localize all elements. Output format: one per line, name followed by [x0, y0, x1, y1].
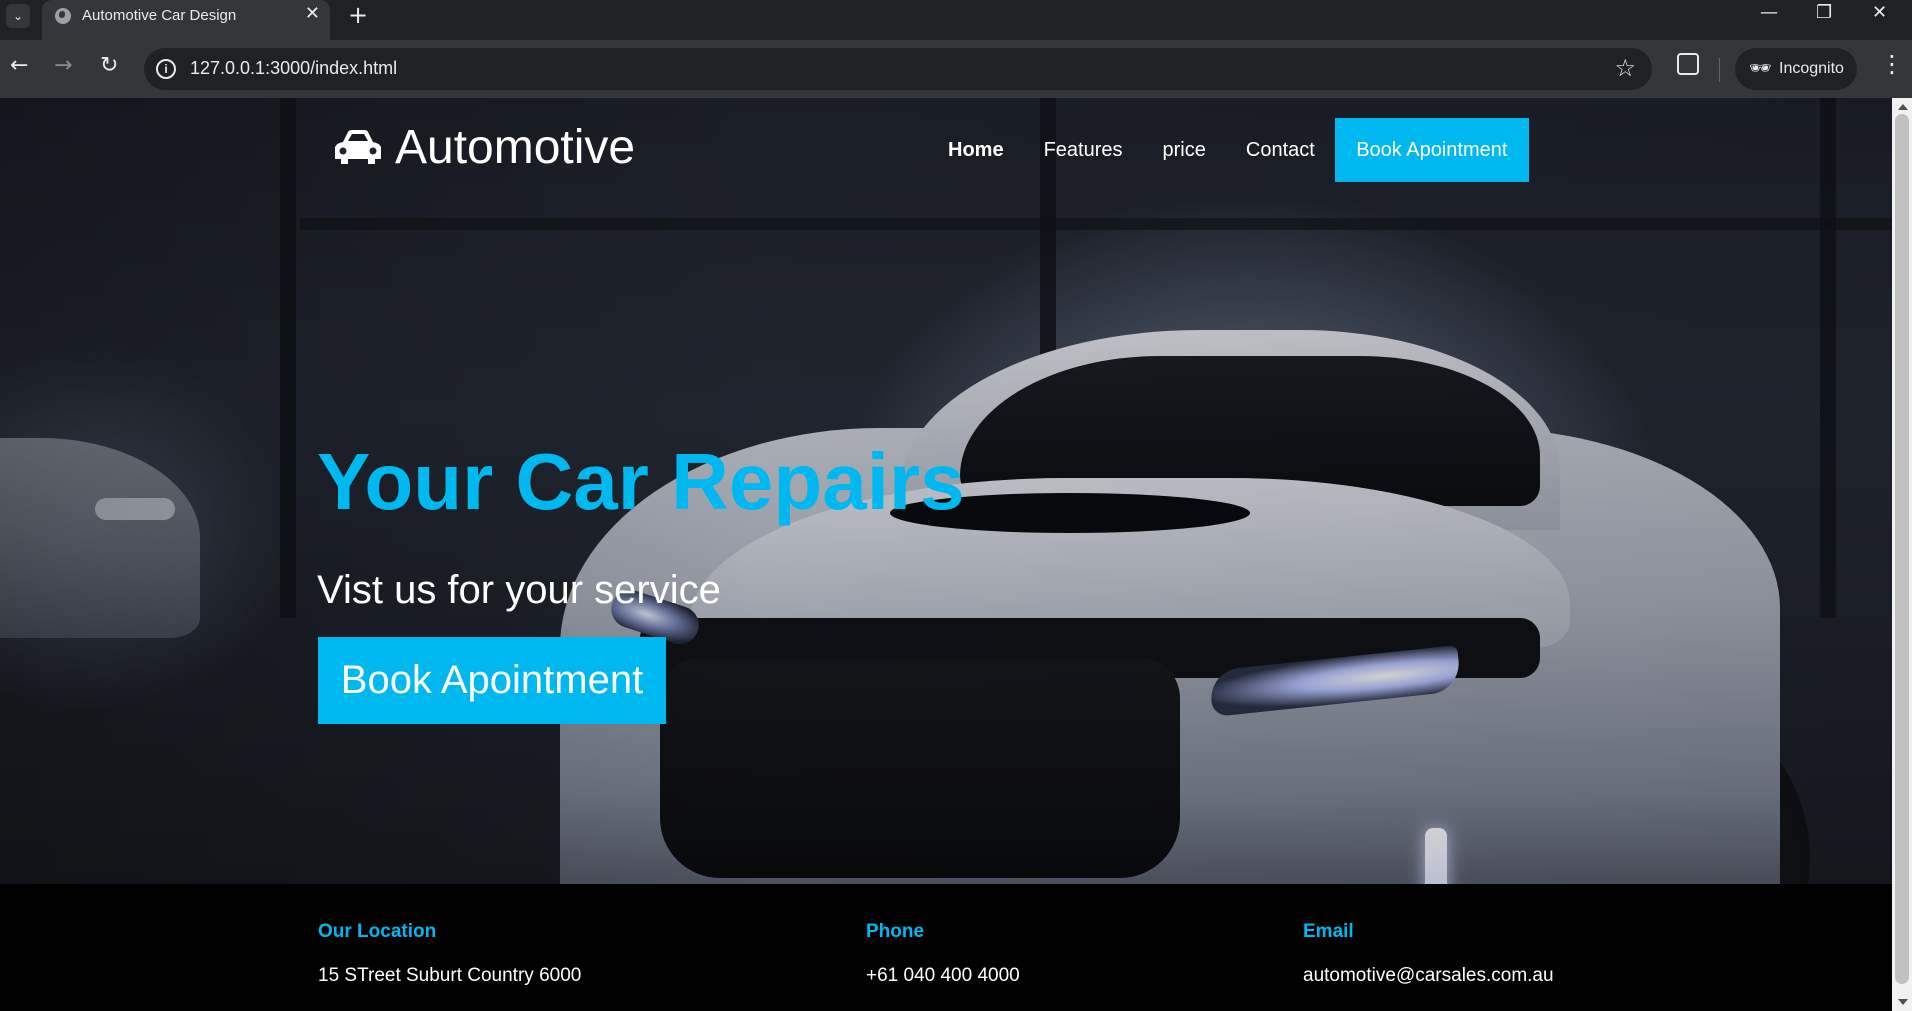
- new-tab-icon[interactable]: +: [348, 1, 368, 29]
- browser-menu-icon[interactable]: ⋮: [1880, 50, 1904, 78]
- site-logo[interactable]: Automotive: [333, 120, 635, 175]
- back-icon[interactable]: ←: [10, 53, 28, 78]
- tab-search-chevron-icon[interactable]: ⌄: [6, 4, 30, 28]
- bookmark-star-icon[interactable]: ☆: [1614, 54, 1636, 82]
- hero-title: Your Car Repairs: [317, 437, 965, 526]
- nav-contact[interactable]: Contact: [1246, 139, 1315, 162]
- address-bar[interactable]: i 127.0.0.1:3000/index.html ☆: [144, 48, 1652, 90]
- hero-section: Automotive Home Features price Contact B…: [0, 98, 1892, 884]
- footer-email-value[interactable]: automotive@carsales.com.au: [1303, 965, 1554, 987]
- nav-price[interactable]: price: [1163, 139, 1206, 162]
- footer-phone: Phone +61 040 400 4000: [866, 921, 1020, 987]
- footer-location-label: Our Location: [318, 921, 437, 942]
- nav-home[interactable]: Home: [948, 139, 1004, 162]
- footer-phone-value[interactable]: +61 040 400 4000: [866, 965, 1020, 987]
- page-viewport: Automotive Home Features price Contact B…: [0, 98, 1892, 1011]
- forward-icon[interactable]: →: [54, 53, 72, 78]
- car-icon: [333, 128, 383, 168]
- reload-icon[interactable]: ↻: [100, 53, 118, 78]
- globe-icon: [55, 8, 71, 24]
- incognito-label: Incognito: [1779, 60, 1844, 77]
- close-window-icon[interactable]: ✕: [1872, 2, 1887, 23]
- page-scrollbar[interactable]: [1892, 98, 1912, 1011]
- footer-email-label: Email: [1303, 921, 1354, 942]
- scroll-up-arrow-icon[interactable]: [1898, 104, 1908, 110]
- footer-email: Email automotive@carsales.com.au: [1303, 921, 1554, 987]
- footer-phone-label: Phone: [866, 921, 925, 942]
- brand-name: Automotive: [395, 121, 636, 174]
- nav-book-appointment-button[interactable]: Book Apointment: [1334, 118, 1529, 182]
- extensions-icon[interactable]: [1677, 53, 1699, 75]
- site-info-icon[interactable]: i: [156, 59, 176, 79]
- incognito-badge[interactable]: 🕶 Incognito: [1735, 48, 1857, 90]
- footer: Our Location 15 STreet Suburt Country 60…: [0, 884, 1892, 1011]
- browser-toolbar: ← → ↻ i 127.0.0.1:3000/index.html ☆ 🕶 In…: [0, 40, 1912, 98]
- hero-subtitle: Vist us for your service: [317, 568, 721, 612]
- nav-features[interactable]: Features: [1044, 139, 1123, 162]
- browser-tab-bar: ⌄ Automotive Car Design ✕ + — ❐ ✕: [0, 0, 1912, 40]
- toolbar-divider: [1719, 58, 1720, 82]
- url-text[interactable]: 127.0.0.1:3000/index.html: [190, 58, 397, 79]
- incognito-icon: 🕶: [1749, 58, 1772, 79]
- browser-tab[interactable]: Automotive Car Design ✕: [42, 0, 330, 40]
- footer-location-value: 15 STreet Suburt Country 6000: [318, 965, 582, 986]
- restore-icon[interactable]: ❐: [1816, 2, 1832, 23]
- scroll-thumb[interactable]: [1895, 114, 1909, 984]
- tab-title: Automotive Car Design: [82, 7, 237, 24]
- hero-book-appointment-button[interactable]: Book Apointment: [318, 637, 666, 724]
- scroll-down-arrow-icon[interactable]: [1898, 999, 1908, 1005]
- minimize-icon[interactable]: —: [1760, 2, 1778, 23]
- footer-location: Our Location 15 STreet Suburt Country 60…: [318, 921, 581, 987]
- main-nav: Home Features price Contact Book Apointm…: [948, 118, 1529, 182]
- close-tab-icon[interactable]: ✕: [305, 3, 320, 24]
